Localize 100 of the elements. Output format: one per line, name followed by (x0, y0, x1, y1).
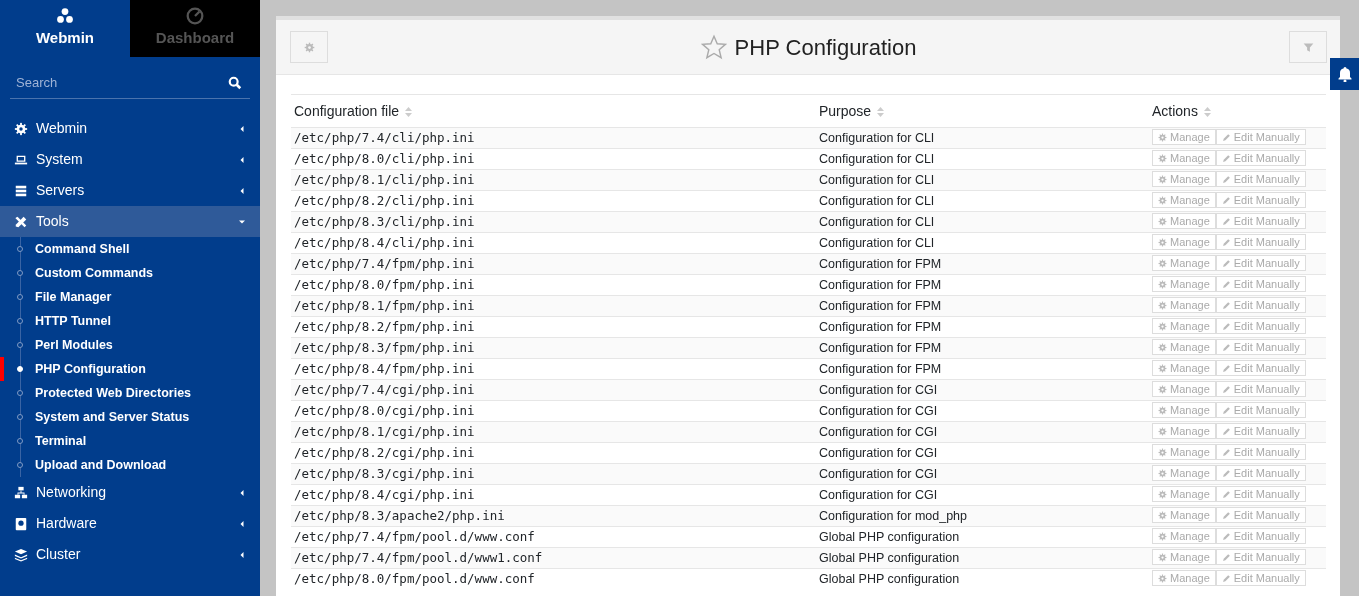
gear-icon (1158, 153, 1167, 163)
brand-tab[interactable]: Dashboard (130, 0, 260, 57)
edit-button[interactable]: Edit Manually (1215, 171, 1306, 188)
table-cell: Configuration for CGI (816, 463, 1149, 485)
edit-button[interactable]: Edit Manually (1215, 528, 1306, 545)
menu-item[interactable]: Custom Commands (0, 261, 260, 285)
pencil-icon (1221, 384, 1231, 394)
manage-button[interactable]: Manage (1152, 192, 1216, 209)
pencil-icon (1221, 342, 1231, 352)
edit-button[interactable]: Edit Manually (1215, 444, 1306, 461)
manage-button[interactable]: Manage (1152, 276, 1216, 293)
edit-button[interactable]: Edit Manually (1215, 255, 1306, 272)
menu-category[interactable]: Hardware (0, 508, 260, 539)
manage-button[interactable]: Manage (1152, 549, 1216, 566)
manage-button[interactable]: Manage (1152, 150, 1216, 167)
pencil-icon (1221, 489, 1231, 499)
menu-category[interactable]: Networking (0, 477, 260, 508)
menu-item[interactable]: File Manager (0, 285, 260, 309)
pencil-icon (1221, 237, 1231, 247)
sort-icon (405, 105, 413, 118)
manage-button[interactable]: Manage (1152, 381, 1216, 398)
settings-button[interactable] (290, 31, 328, 63)
gear-icon (1158, 447, 1167, 457)
manage-button[interactable]: Manage (1152, 171, 1216, 188)
manage-button[interactable]: Manage (1152, 339, 1216, 356)
manage-button[interactable]: Manage (1152, 297, 1216, 314)
menu-item[interactable]: PHP Configuration (0, 357, 260, 381)
column-header[interactable]: Configuration file (291, 94, 816, 128)
pencil-icon (1221, 153, 1231, 163)
edit-button[interactable]: Edit Manually (1215, 297, 1306, 314)
column-header[interactable]: Purpose (816, 94, 1149, 128)
edit-button[interactable]: Edit Manually (1215, 360, 1306, 377)
table-cell: Configuration for FPM (816, 253, 1149, 275)
edit-button[interactable]: Edit Manually (1215, 423, 1306, 440)
edit-button[interactable]: Edit Manually (1215, 318, 1306, 335)
pencil-icon (1221, 552, 1231, 562)
menu-category[interactable]: System (0, 144, 260, 175)
table-cell: Configuration for CLI (816, 127, 1149, 149)
manage-button[interactable]: Manage (1152, 318, 1216, 335)
table-cell: /etc/php/8.1/fpm/php.ini (291, 295, 816, 317)
manage-button[interactable]: Manage (1152, 255, 1216, 272)
gear-icon (1158, 216, 1167, 226)
manage-button[interactable]: Manage (1152, 528, 1216, 545)
edit-button[interactable]: Edit Manually (1215, 234, 1306, 251)
manage-button[interactable]: Manage (1152, 423, 1216, 440)
pencil-icon (1221, 279, 1231, 289)
manage-button[interactable]: Manage (1152, 129, 1216, 146)
caret-left-icon (238, 550, 246, 559)
manage-button[interactable]: Manage (1152, 444, 1216, 461)
edit-button[interactable]: Edit Manually (1215, 150, 1306, 167)
menu-category[interactable]: Cluster (0, 539, 260, 570)
edit-button[interactable]: Edit Manually (1215, 276, 1306, 293)
table-cell: /etc/php/8.1/cgi/php.ini (291, 421, 816, 443)
manage-button[interactable]: Manage (1152, 234, 1216, 251)
edit-button[interactable]: Edit Manually (1215, 570, 1306, 587)
pencil-icon (1221, 216, 1231, 226)
edit-button[interactable]: Edit Manually (1215, 213, 1306, 230)
edit-button[interactable]: Edit Manually (1215, 402, 1306, 419)
caret-left-icon (238, 124, 246, 133)
gear-icon (1158, 342, 1167, 352)
menu-item[interactable]: Command Shell (0, 237, 260, 261)
caret-left-icon (238, 519, 246, 528)
column-header[interactable]: Actions (1149, 94, 1326, 128)
manage-button[interactable]: Manage (1152, 213, 1216, 230)
gear-icon (1158, 531, 1167, 541)
caret-left-icon (238, 488, 246, 497)
menu-item[interactable]: Protected Web Directories (0, 381, 260, 405)
table-cell: Global PHP configuration (816, 568, 1149, 590)
pencil-icon (1221, 405, 1231, 415)
menu-item[interactable]: System and Server Status (0, 405, 260, 429)
menu-item[interactable]: Terminal (0, 429, 260, 453)
menu-category[interactable]: Servers (0, 175, 260, 206)
edit-button[interactable]: Edit Manually (1215, 192, 1306, 209)
page-title: PHP Configuration (734, 33, 917, 62)
menu-category[interactable]: Webmin (0, 113, 260, 144)
network-icon (14, 485, 28, 500)
manage-button[interactable]: Manage (1152, 465, 1216, 482)
manage-button[interactable]: Manage (1152, 570, 1216, 587)
edit-button[interactable]: Edit Manually (1215, 549, 1306, 566)
manage-button[interactable]: Manage (1152, 360, 1216, 377)
table-cell: /etc/php/8.1/cli/php.ini (291, 169, 816, 191)
edit-button[interactable]: Edit Manually (1215, 129, 1306, 146)
table-cell: /etc/php/8.3/fpm/php.ini (291, 337, 816, 359)
filter-icon (1302, 41, 1314, 53)
menu-item[interactable]: Perl Modules (0, 333, 260, 357)
menu-item[interactable]: Upload and Download (0, 453, 260, 477)
edit-button[interactable]: Edit Manually (1215, 381, 1306, 398)
edit-button[interactable]: Edit Manually (1215, 339, 1306, 356)
manage-button[interactable]: Manage (1152, 507, 1216, 524)
manage-button[interactable]: Manage (1152, 486, 1216, 503)
manage-button[interactable]: Manage (1152, 402, 1216, 419)
notifications-button[interactable] (1330, 58, 1359, 90)
gear-icon (1158, 321, 1167, 331)
edit-button[interactable]: Edit Manually (1215, 507, 1306, 524)
edit-button[interactable]: Edit Manually (1215, 486, 1306, 503)
menu-item[interactable]: HTTP Tunnel (0, 309, 260, 333)
search-field[interactable]: Search (10, 67, 250, 99)
edit-button[interactable]: Edit Manually (1215, 465, 1306, 482)
star-icon[interactable] (700, 34, 727, 60)
menu-category[interactable]: Tools (0, 206, 260, 237)
